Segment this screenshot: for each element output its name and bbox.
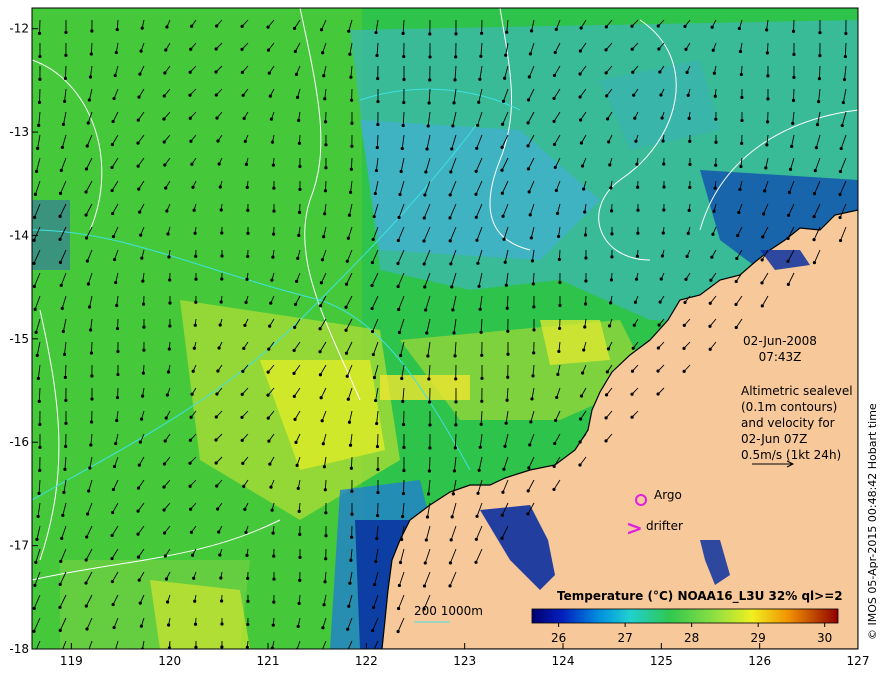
y-tick-label: -17 (9, 539, 29, 553)
drifter-marker-icon: > (626, 516, 643, 540)
date-label: 02-Jun-2008 (743, 334, 817, 348)
x-tick-label: 120 (158, 654, 181, 668)
y-tick-label: -15 (9, 332, 29, 346)
colorbar-title: Temperature (°C) NOAA16_L3U 32% ql>=2 (557, 589, 843, 604)
y-tick-label: -18 (9, 642, 29, 656)
altimetry-line: Altimetric sealevel (741, 384, 853, 398)
altimetry-line: 02-Jun 07Z (741, 432, 807, 446)
y-tick-label: -13 (9, 125, 29, 139)
credit-text: © IMOS 05-Apr-2015 00:48:42 Hobart time (866, 403, 879, 640)
sst-map: 119 120 121 122 123 124 125 126 127 -12 -13 -14 -15… (9, 7, 879, 668)
y-tick-label: -12 (9, 22, 29, 36)
depth-legend-label: 200 1000m (414, 604, 483, 618)
altimetry-line: 0.5m/s (1kt 24h) (741, 448, 841, 462)
x-tick-label: 119 (60, 654, 83, 668)
colorbar-gradient (531, 608, 839, 624)
x-tick-label: 125 (650, 654, 673, 668)
x-tick-label: 124 (552, 654, 575, 668)
x-tick-label: 126 (748, 654, 771, 668)
x-tick-label: 121 (257, 654, 280, 668)
argo-label: Argo (654, 488, 682, 502)
time-label: 07:43Z (759, 350, 802, 364)
colorbar-tick-label: 26 (551, 631, 566, 645)
altimetry-line: and velocity for (741, 416, 835, 430)
y-tick-label: -14 (9, 228, 29, 242)
colorbar-tick-label: 29 (751, 631, 766, 645)
x-tick-label: 122 (355, 654, 378, 668)
colorbar-tick-label: 30 (817, 631, 832, 645)
y-tick-label: -16 (9, 435, 29, 449)
x-tick-label: 127 (847, 654, 870, 668)
x-tick-label: 123 (453, 654, 476, 668)
colorbar-tick-label: 27 (617, 631, 632, 645)
colorbar-tick-label: 28 (684, 631, 699, 645)
altimetry-line: (0.1m contours) (741, 400, 837, 414)
drifter-label: drifter (646, 519, 683, 533)
